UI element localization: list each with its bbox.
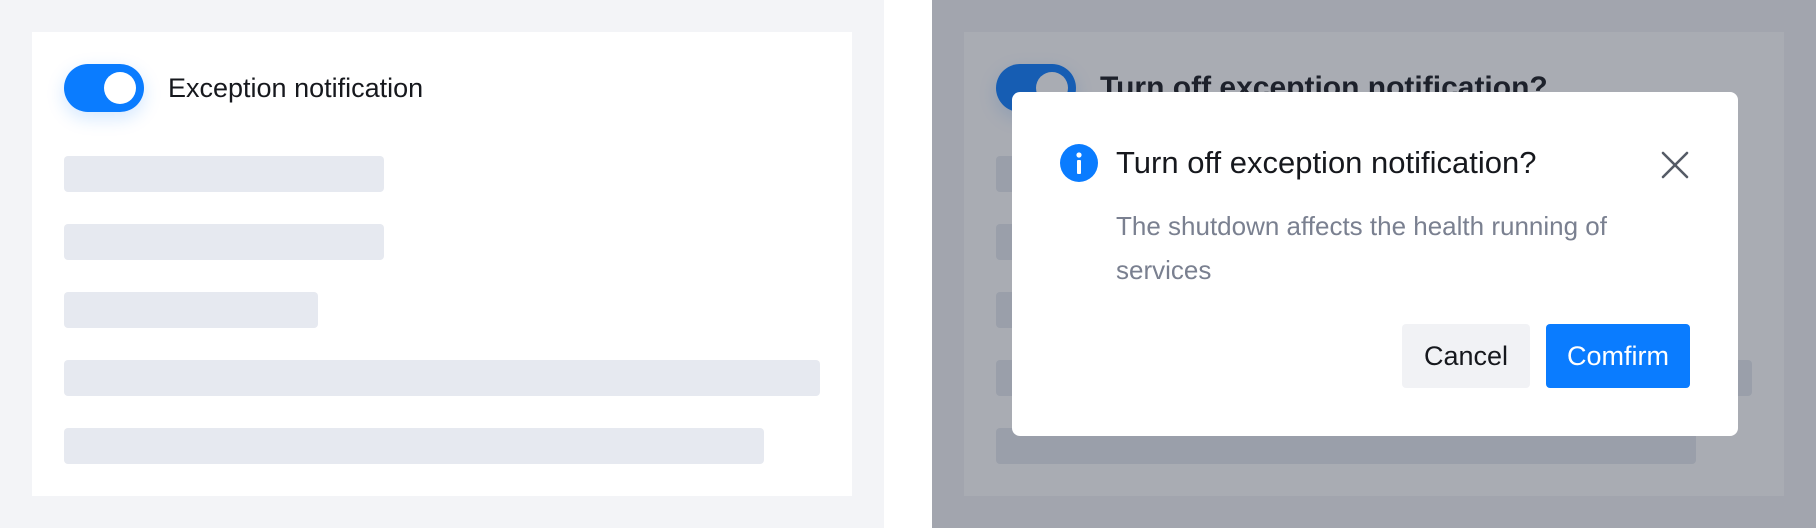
right-panel: Turn off exception notification? Turn of… — [932, 0, 1816, 528]
skeleton-line — [64, 224, 384, 260]
skeleton-line — [64, 428, 764, 464]
confirm-button[interactable]: Comfirm — [1546, 324, 1690, 388]
skeleton-line — [64, 292, 318, 328]
confirm-dialog: Turn off exception notification? The shu… — [1012, 92, 1738, 436]
cancel-button[interactable]: Cancel — [1402, 324, 1530, 388]
stage: Exception notification Turn off exceptio… — [0, 0, 1816, 528]
dialog-title: Turn off exception notification? — [1116, 145, 1537, 180]
settings-card: Exception notification — [32, 32, 852, 496]
exception-notification-toggle[interactable] — [64, 64, 144, 112]
dialog-description: The shutdown affects the health running … — [1116, 211, 1607, 285]
dialog-header: Turn off exception notification? — [1060, 144, 1536, 182]
exception-notification-label: Exception notification — [168, 72, 424, 103]
left-panel: Exception notification — [0, 0, 884, 528]
info-icon — [1060, 144, 1098, 182]
exception-notification-row: Exception notification — [64, 64, 423, 112]
toggle-knob — [104, 72, 136, 104]
close-icon[interactable] — [1658, 148, 1692, 182]
skeleton-line — [64, 360, 820, 396]
skeleton-line — [64, 156, 384, 192]
